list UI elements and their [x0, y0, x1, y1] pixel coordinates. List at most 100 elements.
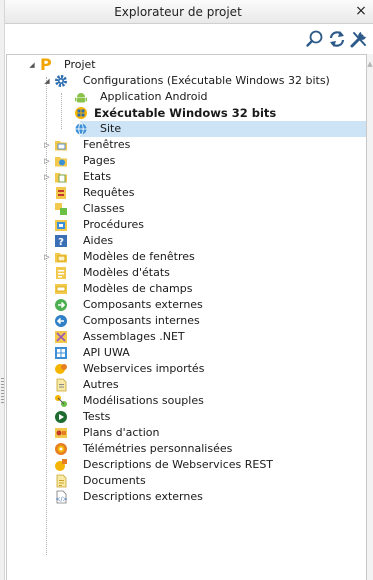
tree-node-fenetres[interactable]: ▷ Fenêtres — [6, 137, 366, 153]
tree-node-label: Composants externes — [83, 298, 203, 311]
tree-node-label: Modèles de champs — [83, 282, 193, 295]
modeling-icon — [54, 394, 68, 408]
tree-node-etats[interactable]: ▷ Etats — [6, 169, 366, 185]
api-uwa-icon — [54, 346, 68, 360]
tree-node-label: Assemblages .NET — [83, 330, 185, 343]
selection-highlight — [80, 121, 366, 137]
tree-node-pages[interactable]: ▷ Pages — [6, 153, 366, 169]
action-plan-icon — [54, 426, 68, 440]
tree-node-executable-windows[interactable]: Exécutable Windows 32 bits — [6, 105, 366, 121]
pages-folder-icon — [54, 154, 68, 168]
tree-node-label: Tests — [83, 410, 111, 423]
tree-node-composants-externes[interactable]: Composants externes — [6, 297, 366, 313]
scroll-up-arrow-icon[interactable]: ▲ — [367, 60, 373, 68]
class-icon — [54, 202, 68, 216]
webservice-icon — [54, 362, 68, 376]
expand-arrow-icon[interactable]: ▷ — [43, 137, 51, 153]
tree-node-configurations[interactable]: ◢ Configurations (Exécutable Windows 32 … — [6, 73, 366, 89]
reports-folder-icon — [54, 170, 68, 184]
expand-arrow-icon[interactable]: ▷ — [43, 153, 51, 169]
tree-node-label: Procédures — [83, 218, 144, 231]
tree-node-label: Aides — [83, 234, 114, 247]
project-p-icon: P — [39, 55, 53, 74]
tree-node-descriptions-externes[interactable]: </> Descriptions externes — [6, 489, 366, 505]
panel-title-bar: Explorateur de projet × — [5, 0, 373, 24]
tree-node-site[interactable]: Site — [6, 121, 366, 137]
tree-node-plans-action[interactable]: Plans d'action — [6, 425, 366, 441]
external-component-icon — [54, 298, 68, 312]
tree-node-label: Modèles de fenêtres — [83, 250, 195, 263]
svg-text:</>: </> — [55, 496, 67, 503]
tree-node-label: Descriptions de Webservices REST — [83, 458, 274, 471]
tree-node-label: Site — [100, 122, 122, 135]
tree-node-aides[interactable]: ? Aides — [6, 233, 366, 249]
gear-icon — [54, 74, 68, 88]
tree-node-projet[interactable]: ◢ P Projet — [6, 55, 366, 74]
tests-icon — [54, 410, 68, 424]
left-splitter[interactable] — [0, 0, 5, 580]
collapse-arrow-icon[interactable]: ◢ — [28, 57, 36, 73]
tree-node-label: Documents — [83, 474, 146, 487]
tree-node-label: Etats — [83, 170, 112, 183]
tree-node-telemetries[interactable]: Télémétries personnalisées — [6, 441, 366, 457]
procedure-icon — [54, 218, 68, 232]
window-folder-icon — [54, 138, 68, 152]
tree-node-label: Classes — [83, 202, 125, 215]
tree-node-procedures[interactable]: Procédures — [6, 217, 366, 233]
tree-node-application-android[interactable]: Application Android — [6, 89, 366, 105]
rest-webservice-icon — [54, 458, 68, 472]
tree-node-label: Descriptions externes — [83, 490, 203, 503]
tree-node-modeles-fenetres[interactable]: ▷ Modèles de fenêtres — [6, 249, 366, 265]
wrench-icon — [350, 32, 366, 48]
tree-node-modeles-etats[interactable]: Modèles d'états — [6, 265, 366, 281]
help-icon: ? — [54, 234, 68, 248]
tree-node-tests[interactable]: Tests — [6, 409, 366, 425]
document-icon — [54, 474, 68, 488]
expand-arrow-icon[interactable]: ▷ — [43, 249, 51, 265]
windows-exe-icon — [74, 106, 88, 120]
search-icon — [306, 30, 323, 47]
tree-node-autres[interactable]: Autres — [6, 377, 366, 393]
tree-node-label: Projet — [64, 58, 96, 71]
tree-node-label: Modèles d'états — [83, 266, 170, 279]
panel-title: Explorateur de projet — [114, 5, 242, 19]
collapse-arrow-icon[interactable]: ◢ — [43, 73, 51, 89]
tree-node-composants-internes[interactable]: Composants internes — [6, 313, 366, 329]
tree-node-label: Requêtes — [83, 186, 135, 199]
settings-button[interactable] — [349, 29, 369, 49]
svg-text:?: ? — [58, 237, 64, 248]
tree-node-classes[interactable]: Classes — [6, 201, 366, 217]
tree-node-label: Modélisations souples — [83, 394, 204, 407]
search-button[interactable] — [305, 29, 325, 49]
vertical-scrollbar[interactable]: ▲ — [367, 54, 373, 580]
others-icon — [54, 378, 68, 392]
tree-node-label: Exécutable Windows 32 bits — [94, 106, 277, 120]
tree-node-label: Fenêtres — [83, 138, 131, 151]
tree-node-api-uwa[interactable]: API UWA — [6, 345, 366, 361]
tree-node-modelisations-souples[interactable]: Modélisations souples — [6, 393, 366, 409]
android-icon — [74, 90, 88, 104]
tree-node-label: Webservices importés — [83, 362, 205, 375]
tree-node-requetes[interactable]: Requêtes — [6, 185, 366, 201]
refresh-button[interactable] — [327, 29, 347, 49]
tree-node-label: Composants internes — [83, 314, 200, 327]
site-icon — [74, 122, 88, 136]
tree-node-label: API UWA — [83, 346, 130, 359]
tree-node-documents[interactable]: Documents — [6, 473, 366, 489]
splitter-grip[interactable] — [1, 378, 4, 404]
tree-node-assemblages-net[interactable]: Assemblages .NET — [6, 329, 366, 345]
external-description-icon: </> — [54, 490, 68, 504]
telemetry-icon — [54, 442, 68, 456]
internal-component-icon — [54, 314, 68, 328]
tree-node-modeles-champs[interactable]: Modèles de champs — [6, 281, 366, 297]
tree-node-webservices-importes[interactable]: Webservices importés — [6, 361, 366, 377]
tree-node-descriptions-rest[interactable]: Descriptions de Webservices REST — [6, 457, 366, 473]
tree-node-label: Application Android — [100, 90, 208, 103]
tree-node-label: Configurations (Exécutable Windows 32 bi… — [83, 74, 330, 87]
expand-arrow-icon[interactable]: ▷ — [43, 169, 51, 185]
report-template-icon — [54, 266, 68, 280]
tree-node-label: Plans d'action — [83, 426, 160, 439]
field-template-icon — [54, 282, 68, 296]
tree-node-label: Télémétries personnalisées — [83, 442, 233, 455]
close-icon[interactable]: × — [354, 3, 368, 19]
